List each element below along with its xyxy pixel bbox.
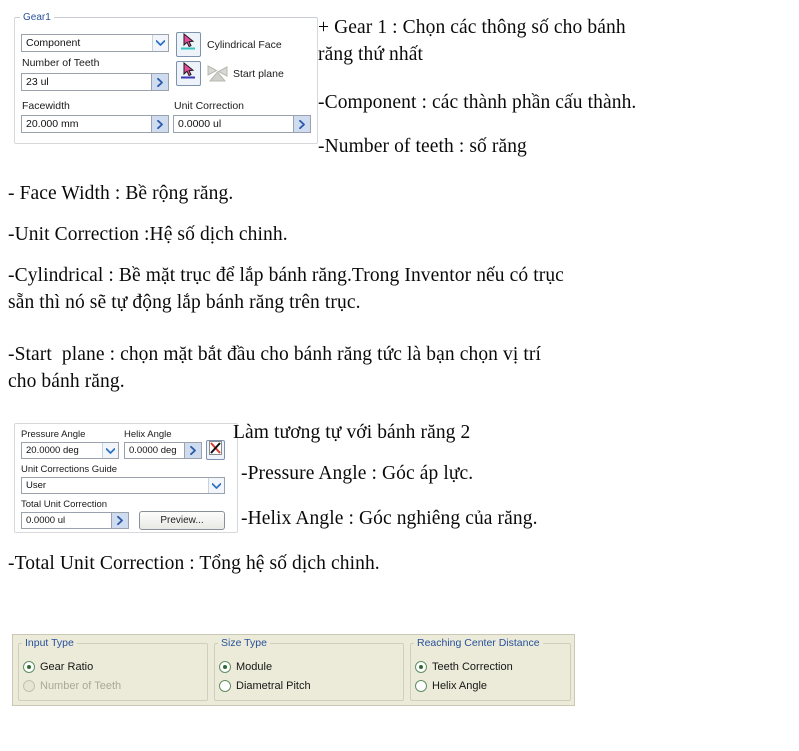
radio-indicator[interactable] [415, 680, 427, 692]
radio-indicator[interactable] [219, 680, 231, 692]
facewidth-label: Facewidth [22, 100, 70, 112]
chevron-right-icon[interactable] [111, 513, 128, 528]
page-root: Gear1 Component Number of Teeth 23 ul Fa… [0, 0, 799, 751]
pressure-angle-label: Pressure Angle [21, 429, 86, 440]
preview-button[interactable]: Preview... [139, 511, 225, 530]
radio-teeth-correction[interactable]: Teeth Correction [415, 661, 513, 673]
unit-correction-label: Unit Correction [174, 100, 245, 112]
gear1-group-label: Gear1 [20, 12, 54, 23]
radio-indicator [23, 680, 35, 692]
annotation-total-unit-correction: -Total Unit Correction : Tổng hệ số dịch… [8, 553, 380, 574]
total-unit-correction-label: Total Unit Correction [21, 499, 108, 510]
cylindrical-face-label: Cylindrical Face [207, 39, 282, 51]
radio-label: Module [236, 661, 273, 673]
start-plane-select-button[interactable] [176, 61, 201, 86]
chevron-down-icon[interactable] [152, 35, 168, 51]
annotation-number-of-teeth: -Number of teeth : số răng [318, 136, 527, 157]
radio-number-of-teeth: Number of Teeth [23, 680, 121, 692]
pressure-angle-combobox[interactable]: 20.0000 deg [21, 442, 119, 459]
number-of-teeth-value: 23 ul [26, 76, 49, 88]
unit-correction-value: 0.0000 ul [178, 118, 222, 130]
total-unit-correction-input[interactable]: 0.0000 ul [21, 512, 129, 529]
annotation-start-plane: -Start plane : chọn mặt bắt đầu cho bánh… [8, 344, 541, 392]
chevron-down-icon[interactable] [102, 443, 118, 458]
facewidth-input[interactable]: 20.000 mm [21, 115, 169, 133]
unit-corrections-guide-combobox[interactable]: User [21, 477, 225, 494]
annotation-face-width: - Face Width : Bề rộng răng. [8, 183, 234, 204]
annotation-gear2-heading: Làm tương tự với bánh răng 2 [233, 422, 471, 443]
number-of-teeth-label: Number of Teeth [22, 57, 100, 69]
reaching-center-distance-group-label: Reaching Center Distance [414, 637, 543, 649]
select-cursor-face-icon [180, 32, 197, 56]
gear2-dialog-panel: Pressure Angle 20.0000 deg Helix Angle 0… [14, 423, 238, 533]
total-unit-correction-value: 0.0000 ul [26, 515, 66, 526]
radio-module[interactable]: Module [219, 661, 272, 673]
chevron-right-icon[interactable] [151, 116, 168, 132]
radio-helix-angle[interactable]: Helix Angle [415, 680, 487, 692]
helix-direction-icon [209, 440, 222, 460]
annotation-cylindrical: -Cylindrical : Bề mặt trục để lắp bánh r… [8, 265, 564, 313]
radio-gear-ratio[interactable]: Gear Ratio [23, 661, 93, 673]
annotation-gear1-heading: + Gear 1 : Chọn các thông số cho bánh ră… [318, 17, 626, 65]
size-type-group-label: Size Type [218, 637, 270, 649]
chevron-right-icon[interactable] [293, 116, 310, 132]
helix-angle-input[interactable]: 0.0000 deg [124, 442, 202, 459]
helix-direction-toggle-button[interactable] [206, 440, 225, 460]
radio-diametral-pitch[interactable]: Diametral Pitch [219, 680, 311, 692]
component-value: Component [26, 37, 81, 49]
annotation-unit-correction: -Unit Correction :Hệ số dịch chinh. [8, 224, 288, 245]
bottom-options-panel: Input Type Gear Ratio Number of Teeth Si… [12, 634, 575, 706]
input-type-group-label: Input Type [22, 637, 77, 649]
radio-indicator[interactable] [23, 661, 35, 673]
annotation-pressure-angle: -Pressure Angle : Góc áp lực. [241, 463, 474, 484]
gear1-dialog-panel: Gear1 Component Number of Teeth 23 ul Fa… [14, 10, 318, 144]
radio-indicator[interactable] [219, 661, 231, 673]
facewidth-value: 20.000 mm [26, 118, 79, 130]
pressure-angle-value: 20.0000 deg [26, 445, 79, 456]
helix-angle-value: 0.0000 deg [129, 445, 177, 456]
unit-corrections-guide-value: User [26, 480, 47, 491]
cylindrical-face-select-button[interactable] [176, 32, 201, 57]
radio-label: Teeth Correction [432, 661, 513, 673]
radio-label: Number of Teeth [40, 680, 122, 692]
chevron-right-icon[interactable] [184, 443, 201, 458]
number-of-teeth-input[interactable]: 23 ul [21, 73, 169, 91]
helix-angle-label: Helix Angle [124, 429, 172, 440]
radio-label: Gear Ratio [40, 661, 94, 673]
unit-correction-input[interactable]: 0.0000 ul [173, 115, 311, 133]
plane-icon [206, 63, 228, 84]
annotation-helix-angle: -Helix Angle : Góc nghiêng của răng. [241, 508, 538, 529]
radio-label: Diametral Pitch [236, 680, 311, 692]
unit-corrections-guide-label: Unit Corrections Guide [21, 464, 118, 475]
annotation-component: -Component : các thành phần cấu thành. [318, 92, 637, 113]
chevron-down-icon[interactable] [208, 478, 224, 493]
select-cursor-plane-icon [180, 61, 197, 85]
component-combobox[interactable]: Component [21, 34, 169, 52]
radio-indicator[interactable] [415, 661, 427, 673]
radio-label: Helix Angle [432, 680, 488, 692]
chevron-right-icon[interactable] [151, 74, 168, 90]
start-plane-label: Start plane [233, 68, 284, 80]
